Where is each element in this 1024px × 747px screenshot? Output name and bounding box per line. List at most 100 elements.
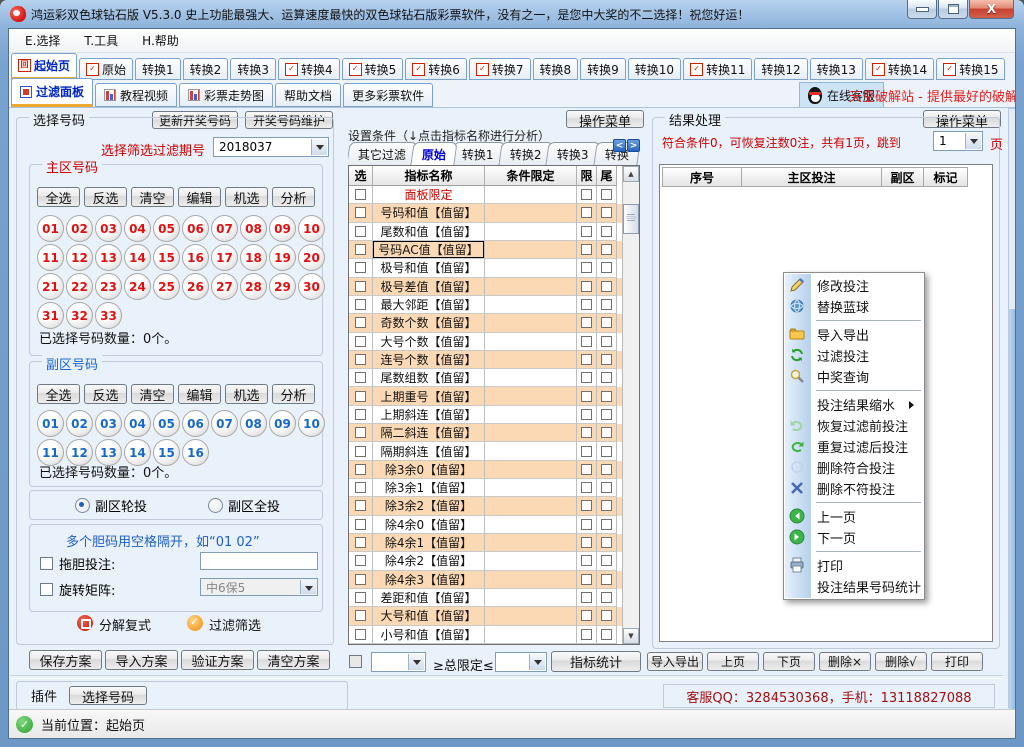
menu-item-替换蓝球[interactable]: 替换蓝球 [784,296,924,317]
condition-cell[interactable] [485,571,577,589]
select-checkbox[interactable] [355,537,366,548]
result-打印-button[interactable]: 打印 [931,652,983,671]
limit-checkbox[interactable] [581,262,592,273]
filter-tab-其它过滤[interactable]: 其它过滤 [348,142,418,165]
main-zone-清空-button[interactable]: 清空 [131,187,174,207]
sub-zone-ball-02[interactable]: 02 [66,410,93,437]
limit-checkbox[interactable] [581,519,592,530]
select-checkbox[interactable] [355,189,366,200]
tail-checkbox[interactable] [601,500,612,511]
main-zone-ball-03[interactable]: 03 [95,215,122,242]
tab-转换8[interactable]: 转换8 [533,58,579,80]
condition-cell[interactable] [485,516,577,534]
select-checkbox[interactable] [355,519,366,530]
tab-转换7[interactable]: ✓转换7 [469,58,531,80]
main-zone-ball-09[interactable]: 09 [269,215,296,242]
tab-转换1[interactable]: 转换1 [135,58,181,80]
tail-checkbox[interactable] [601,629,612,640]
minimize-button[interactable] [907,0,937,19]
limit-checkbox[interactable] [581,244,592,255]
select-checkbox[interactable] [355,317,366,328]
main-zone-ball-32[interactable]: 32 [66,302,93,329]
main-zone-ball-11[interactable]: 11 [37,244,64,271]
total-limit-max-combobox[interactable] [495,652,547,672]
tail-checkbox[interactable] [601,354,612,365]
condition-cell[interactable] [485,241,577,259]
sub-zone-ball-06[interactable]: 06 [182,410,209,437]
condition-cell[interactable] [485,314,577,332]
menu-item-删除不符投注[interactable]: 删除不符投注 [784,478,924,499]
main-zone-ball-14[interactable]: 14 [124,244,151,271]
select-checkbox[interactable] [355,574,366,585]
indicator-name[interactable]: 差距和值【值留】 [373,589,485,607]
main-zone-ball-22[interactable]: 22 [66,273,93,300]
tab-转换9[interactable]: 转换9 [580,58,626,80]
select-checkbox[interactable] [355,409,366,420]
select-checkbox[interactable] [355,281,366,292]
filter-select-link[interactable]: 过滤筛选 [209,615,261,634]
select-checkbox[interactable] [355,226,366,237]
limit-checkbox[interactable] [581,336,592,347]
matrix-combobox[interactable]: 中6保5 [200,578,318,596]
tail-checkbox[interactable] [601,537,612,548]
total-limit-min-combobox[interactable] [371,652,426,672]
main-zone-ball-06[interactable]: 06 [182,215,209,242]
main-zone-ball-04[interactable]: 04 [124,215,151,242]
tab-彩票走势图[interactable]: 彩票走势图 [179,83,273,107]
limit-checkbox[interactable] [581,372,592,383]
main-zone-全选-button[interactable]: 全选 [37,187,80,207]
select-checkbox[interactable] [355,354,366,365]
condition-cell[interactable] [485,626,577,644]
main-zone-ball-28[interactable]: 28 [240,273,267,300]
tail-checkbox[interactable] [601,391,612,402]
main-zone-ball-16[interactable]: 16 [182,244,209,271]
indicator-name[interactable]: 号码AC值【值留】 [373,241,485,259]
menu-item-help[interactable]: H.帮助 [142,32,179,49]
main-zone-ball-15[interactable]: 15 [153,244,180,271]
main-zone-ball-20[interactable]: 20 [298,244,325,271]
sub-zone-分析-button[interactable]: 分析 [272,384,315,404]
tail-checkbox[interactable] [601,409,612,420]
limit-checkbox[interactable] [581,189,592,200]
main-vertical-scrollbar[interactable] [1008,108,1016,708]
main-zone-ball-07[interactable]: 07 [211,215,238,242]
tail-checkbox[interactable] [601,262,612,273]
middle-operation-menu-button[interactable]: 操作菜单 [566,110,644,128]
indicator-name[interactable]: 隔期斜连【值留】 [373,442,485,460]
tab-转换6[interactable]: ✓转换6 [405,58,467,80]
menu-item-tools[interactable]: T.工具 [84,32,118,49]
tab-过滤面板[interactable]: 过滤面板 [11,78,93,107]
indicator-name[interactable]: 最大邻距【值留】 [373,296,485,314]
result-导入导出-button[interactable]: 导入导出 [647,652,703,671]
result-删除√-button[interactable]: 删除√ [875,652,927,671]
menu-item-下一页[interactable]: 下一页 [784,527,924,548]
indicator-name[interactable]: 除4余1【值留】 [373,534,485,552]
result-上页-button[interactable]: 上页 [707,652,759,671]
main-zone-ball-18[interactable]: 18 [240,244,267,271]
limit-checkbox[interactable] [581,446,592,457]
tab-原始[interactable]: ✓原始 [79,58,133,80]
tab-转换4[interactable]: ✓转换4 [278,58,340,80]
sub-zone-ball-03[interactable]: 03 [95,410,122,437]
maximize-button[interactable] [938,0,968,19]
dan-code-input[interactable] [200,552,318,570]
plugin-select-number-button[interactable]: 选择号码 [69,686,147,705]
limit-checkbox[interactable] [581,226,592,237]
main-zone-分析-button[interactable]: 分析 [272,187,315,207]
filter-tab-转换2[interactable]: 转换2 [498,142,553,165]
menu-item-投注结果号码统计[interactable]: 投注结果号码统计 [784,576,924,597]
scheme-导入方案-button[interactable]: 导入方案 [105,650,178,670]
indicator-name[interactable]: 上期斜连【值留】 [373,406,485,424]
main-zone-ball-25[interactable]: 25 [153,273,180,300]
menu-item-重复过滤后投注[interactable]: 重复过滤后投注 [784,436,924,457]
select-checkbox[interactable] [355,244,366,255]
indicator-name[interactable]: 连号个数【值留】 [373,351,485,369]
indicator-stats-button[interactable]: 指标统计 [551,651,641,672]
condition-cell[interactable] [485,461,577,479]
tab-转换10[interactable]: 转换10 [628,58,681,80]
condition-cell[interactable] [485,424,577,442]
select-checkbox[interactable] [355,555,366,566]
limit-checkbox[interactable] [581,555,592,566]
main-zone-ball-05[interactable]: 05 [153,215,180,242]
main-zone-ball-29[interactable]: 29 [269,273,296,300]
